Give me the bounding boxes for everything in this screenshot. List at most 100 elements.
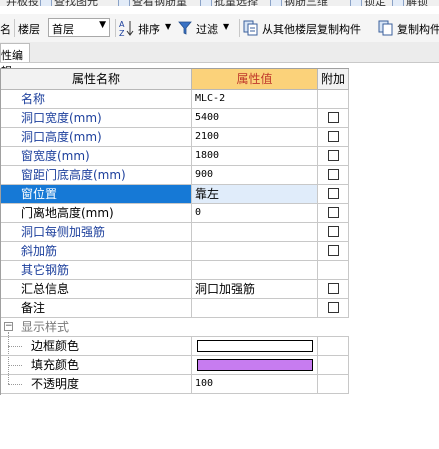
extra-checkbox[interactable] — [328, 169, 339, 180]
extra-cell — [318, 242, 349, 261]
extra-checkbox[interactable] — [328, 207, 339, 218]
group-row-display-style[interactable]: − 显示样式 — [1, 318, 349, 337]
extra-checkbox[interactable] — [328, 112, 339, 123]
floor-select[interactable]: 首层 ▼ — [48, 18, 110, 37]
color-swatch[interactable] — [197, 359, 313, 371]
group-label: − 显示样式 — [1, 318, 349, 337]
sub-property-row[interactable]: 不透明度 100 — [1, 375, 349, 394]
property-name: 窗宽度(mm) — [1, 147, 192, 166]
menu-fragment: 批量选择 — [214, 0, 258, 6]
extra-cell — [318, 109, 349, 128]
svg-text:Z: Z — [119, 29, 125, 37]
extra-checkbox[interactable] — [328, 283, 339, 294]
extra-cell — [318, 147, 349, 166]
property-value[interactable] — [192, 223, 318, 242]
extra-cell — [318, 128, 349, 147]
property-value[interactable] — [192, 299, 318, 318]
sort-button[interactable]: A Z 排序 ▼ — [119, 17, 175, 39]
header-extra[interactable]: 附加 — [318, 69, 349, 90]
property-value[interactable]: 洞口加强筋 — [192, 280, 318, 299]
property-value[interactable]: 5400 — [192, 109, 318, 128]
property-value[interactable]: 0 — [192, 204, 318, 223]
property-value[interactable] — [192, 337, 318, 356]
property-row[interactable]: 洞口每侧加强筋 — [1, 223, 349, 242]
property-value[interactable]: 100 — [192, 375, 318, 394]
property-value[interactable]: 2100 — [192, 128, 318, 147]
menu-fragment: 解锁 — [406, 0, 428, 6]
property-value[interactable]: 1800 — [192, 147, 318, 166]
extra-cell — [318, 299, 349, 318]
extra-checkbox[interactable] — [328, 302, 339, 313]
property-row[interactable]: 斜加筋 — [1, 242, 349, 261]
batch-select-icon — [200, 0, 212, 6]
group-label-text: 显示样式 — [21, 320, 70, 334]
property-name: 斜加筋 — [1, 242, 192, 261]
property-row[interactable]: 洞口高度(mm) 2100 — [1, 128, 349, 147]
rebar-3d-icon — [270, 0, 282, 6]
property-name: 洞口每侧加强筋 — [1, 223, 192, 242]
find-icon — [40, 0, 52, 6]
property-value[interactable] — [192, 261, 318, 280]
chevron-down-icon: ▼ — [165, 22, 172, 31]
property-value[interactable] — [192, 356, 318, 375]
property-name: 窗距门底高度(mm) — [1, 166, 192, 185]
property-name: 备注 — [1, 299, 192, 318]
extra-cell — [318, 337, 349, 356]
menu-fragment: 查看钢筋量 — [132, 0, 187, 6]
property-row[interactable]: 名称 MLC-2 — [1, 90, 349, 109]
menu-fragment: 钢筋三维 — [284, 0, 328, 6]
extra-checkbox[interactable] — [328, 131, 339, 142]
sub-property-row[interactable]: 填充颜色 — [1, 356, 349, 375]
extra-cell — [318, 280, 349, 299]
toolbar-name-fragment: 名 — [0, 23, 11, 36]
extra-cell — [318, 261, 349, 280]
chevron-down-icon: ▼ — [99, 20, 106, 30]
toolbar-separator — [14, 19, 15, 37]
menu-fragment: 查找图元 — [54, 0, 98, 6]
header-property-name[interactable]: 属性名称 — [1, 69, 192, 90]
sort-label: 排序 — [138, 23, 160, 36]
sub-property-row[interactable]: 边框颜色 — [1, 337, 349, 356]
copy-component-button[interactable]: 复制构件 — [378, 17, 439, 39]
property-row[interactable]: 窗宽度(mm) 1800 — [1, 147, 349, 166]
collapse-toggle-icon[interactable]: − — [4, 322, 13, 331]
header-property-value[interactable]: 属性值 — [192, 69, 318, 90]
property-row[interactable]: 其它钢筋 — [1, 261, 349, 280]
grid-header: 属性名称 属性值 附加 — [1, 69, 349, 90]
property-name: 汇总信息 — [1, 280, 192, 299]
property-name: 洞口高度(mm) — [1, 128, 192, 147]
property-row[interactable]: 备注 — [1, 299, 349, 318]
property-row[interactable]: 窗位置 靠左 — [1, 185, 349, 204]
property-row[interactable]: 汇总信息 洞口加强筋 — [1, 280, 349, 299]
floor-select-value: 首层 — [52, 23, 74, 36]
property-row[interactable]: 窗距门底高度(mm) 900 — [1, 166, 349, 185]
extra-checkbox[interactable] — [328, 245, 339, 256]
property-value[interactable]: MLC-2 — [192, 90, 318, 109]
property-name: 边框颜色 — [1, 337, 192, 356]
property-name: 不透明度 — [1, 375, 192, 394]
extra-cell — [318, 375, 349, 394]
extra-checkbox[interactable] — [328, 226, 339, 237]
extra-checkbox[interactable] — [328, 188, 339, 199]
property-value[interactable] — [192, 242, 318, 261]
filter-label: 过滤 — [196, 23, 218, 36]
tab-property-edit[interactable]: 性编辑 — [0, 43, 30, 78]
copy-floor-icon — [243, 20, 258, 36]
extra-cell — [318, 185, 349, 204]
extra-cell — [318, 356, 349, 375]
property-row[interactable]: 洞口宽度(mm) 5400 — [1, 109, 349, 128]
property-value[interactable]: 靠左 — [192, 185, 318, 204]
filter-button[interactable]: 过滤 ▼ — [178, 17, 236, 39]
copy-from-floor-button[interactable]: 从其他楼层复制构件 — [243, 17, 374, 39]
floor-label: 楼层 — [18, 23, 40, 36]
copy-component-icon — [378, 20, 393, 36]
panel-tab-bar: 性编辑 — [0, 42, 439, 78]
unlock-icon — [392, 0, 404, 6]
filter-icon — [178, 21, 192, 35]
color-swatch[interactable] — [197, 340, 313, 352]
property-value[interactable]: 900 — [192, 166, 318, 185]
property-row[interactable]: 门离地高度(mm) 0 — [1, 204, 349, 223]
property-name: 窗位置 — [1, 185, 192, 204]
chevron-down-icon: ▼ — [223, 22, 230, 31]
extra-checkbox[interactable] — [328, 150, 339, 161]
